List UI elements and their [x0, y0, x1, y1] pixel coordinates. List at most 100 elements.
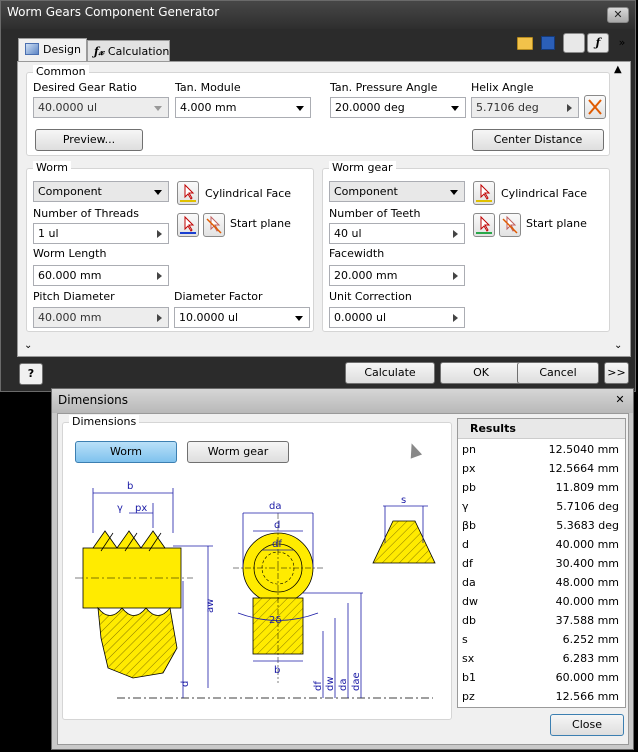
facewidth-field[interactable]: 20.000 mm [329, 265, 465, 286]
worm-gear-start-plane-select-button[interactable] [473, 213, 495, 237]
tan-module-field[interactable]: 4.000 mm [175, 97, 311, 118]
no-sketch-icon [588, 99, 602, 115]
worm-type-select[interactable]: Component [33, 181, 169, 202]
mouse-cursor-icon [405, 441, 423, 459]
result-symbol: px [462, 462, 476, 475]
label-d: d [274, 520, 280, 531]
save-icon[interactable] [541, 36, 555, 50]
common-title: Common [33, 65, 89, 78]
main-window-title: Worm Gears Component Generator [7, 5, 220, 19]
result-row: γ 5.7106 deg [462, 498, 619, 517]
collapse-right-icon[interactable]: ⌄ [614, 340, 622, 351]
result-value: 37.588 mm [555, 614, 619, 627]
settings-icon[interactable] [563, 33, 585, 53]
pitch-diameter-field[interactable]: 40.000 mm [33, 307, 169, 328]
tab-calculation[interactable]: ƒ𝓍 Calculation [87, 40, 170, 62]
result-row: px 12.5664 mm [462, 460, 619, 479]
center-distance-button[interactable]: Center Distance [472, 129, 604, 151]
desired-ratio-field[interactable]: 40.0000 ul [33, 97, 169, 118]
result-value: 12.5664 mm [548, 462, 619, 475]
label-da-vertical: da [338, 679, 349, 691]
worm-start-plane-select-button[interactable] [177, 213, 199, 237]
result-row: db 37.588 mm [462, 612, 619, 631]
main-titlebar[interactable]: Worm Gears Component Generator [1, 1, 635, 29]
result-symbol: βb [462, 519, 477, 532]
worm-gear-type-select[interactable]: Component [329, 181, 465, 202]
pitch-diameter-label: Pitch Diameter [33, 290, 115, 303]
pressure-angle-field[interactable]: 20.0000 deg [330, 97, 466, 118]
ok-button[interactable]: OK [440, 362, 522, 384]
label-dw: dw [325, 676, 336, 691]
helix-lock-button[interactable] [584, 95, 606, 119]
results-list: pn 12.5040 mm px 12.5664 mm pb 11.809 mm γ 5.71… [458, 441, 625, 707]
result-row: βb 5.3683 deg [462, 517, 619, 536]
dimensions-close-icon[interactable]: ✕ [612, 393, 628, 409]
design-panel: ▲ Common Desired Gear Ratio 40.0000 ul T… [17, 61, 631, 357]
result-value: 12.566 mm [555, 690, 619, 703]
open-icon[interactable] [517, 37, 533, 50]
result-symbol: sx [462, 652, 475, 665]
common-group: Common Desired Gear Ratio 40.0000 ul Tan… [26, 65, 610, 156]
select-arrow-icon [180, 183, 196, 202]
worm-gear-view-button[interactable]: Worm gear [187, 441, 289, 463]
result-symbol: d [462, 538, 469, 551]
result-symbol: s [462, 633, 468, 646]
dimensions-title: Dimensions [58, 393, 129, 407]
cancel-button[interactable]: Cancel [517, 362, 599, 384]
results-panel: Results pn 12.5040 mm px 12.5664 mm pb 11.809… [457, 418, 626, 708]
worm-view-button[interactable]: Worm [75, 441, 177, 463]
result-symbol: γ [462, 500, 469, 513]
tan-module-label: Tan. Module [175, 81, 241, 94]
clear-select-icon [502, 215, 518, 234]
more-button[interactable]: >> [604, 362, 629, 384]
result-row: s 6.252 mm [462, 631, 619, 650]
preview-button[interactable]: Preview... [35, 129, 143, 151]
diameter-factor-label: Diameter Factor [174, 290, 263, 303]
tab-design[interactable]: Design [18, 38, 87, 62]
result-symbol: dw [462, 595, 478, 608]
fx-toggle-icon[interactable]: ƒ [587, 33, 609, 53]
close-button[interactable]: Close [550, 714, 624, 736]
worm-gear-start-plane-clear-button[interactable] [499, 213, 521, 237]
tab-calculation-label: Calculation [107, 45, 170, 58]
label-dae: dae [351, 672, 362, 691]
label-aw: aw [205, 599, 216, 613]
diameter-factor-field[interactable]: 10.0000 ul [174, 307, 310, 328]
result-value: 12.5040 mm [548, 443, 619, 456]
result-row: sx 6.283 mm [462, 650, 619, 669]
worm-start-plane-clear-button[interactable] [203, 213, 225, 237]
result-value: 48.000 mm [555, 576, 619, 589]
helix-angle-field[interactable]: 5.7106 deg [471, 97, 579, 118]
teeth-field[interactable]: 40 ul [329, 223, 465, 244]
result-row: pb 11.809 mm [462, 479, 619, 498]
result-value: 11.809 mm [555, 481, 619, 494]
label-2delta: 2δ [269, 615, 281, 626]
dimensions-titlebar[interactable]: Dimensions [52, 389, 633, 413]
label-gamma: γ [117, 503, 123, 514]
expand-icon[interactable]: » [612, 33, 632, 53]
result-value: 5.3683 deg [556, 519, 619, 532]
dimensions-group-title: Dimensions [69, 415, 140, 428]
select-arrow-icon [180, 215, 196, 234]
worm-threads-label: Number of Threads [33, 207, 139, 220]
worm-group: Worm Component Cylindrical Face Number o… [26, 161, 314, 332]
label-d-vertical: d [180, 681, 191, 687]
label-s: s [401, 495, 406, 506]
unit-correction-field[interactable]: 0.0000 ul [329, 307, 465, 328]
result-row: pn 12.5040 mm [462, 441, 619, 460]
help-button[interactable]: ? [19, 363, 43, 385]
worm-length-field[interactable]: 60.000 mm [33, 265, 169, 286]
tab-design-label: Design [43, 43, 81, 56]
result-symbol: b1 [462, 671, 476, 684]
calculate-button[interactable]: Calculate [345, 362, 435, 384]
desired-ratio-label: Desired Gear Ratio [33, 81, 137, 94]
worm-gear-cyl-face-button[interactable] [473, 181, 495, 205]
result-row: b1 60.000 mm [462, 669, 619, 688]
collapse-left-icon[interactable]: ⌄ [24, 340, 32, 351]
worm-cyl-face-button[interactable] [177, 181, 199, 205]
worm-title: Worm [33, 161, 72, 174]
worm-threads-field[interactable]: 1 ul [33, 223, 169, 244]
scroll-up-icon[interactable]: ▲ [614, 64, 622, 75]
unit-correction-label: Unit Correction [329, 290, 412, 303]
main-close-button[interactable]: ✕ [607, 7, 629, 23]
